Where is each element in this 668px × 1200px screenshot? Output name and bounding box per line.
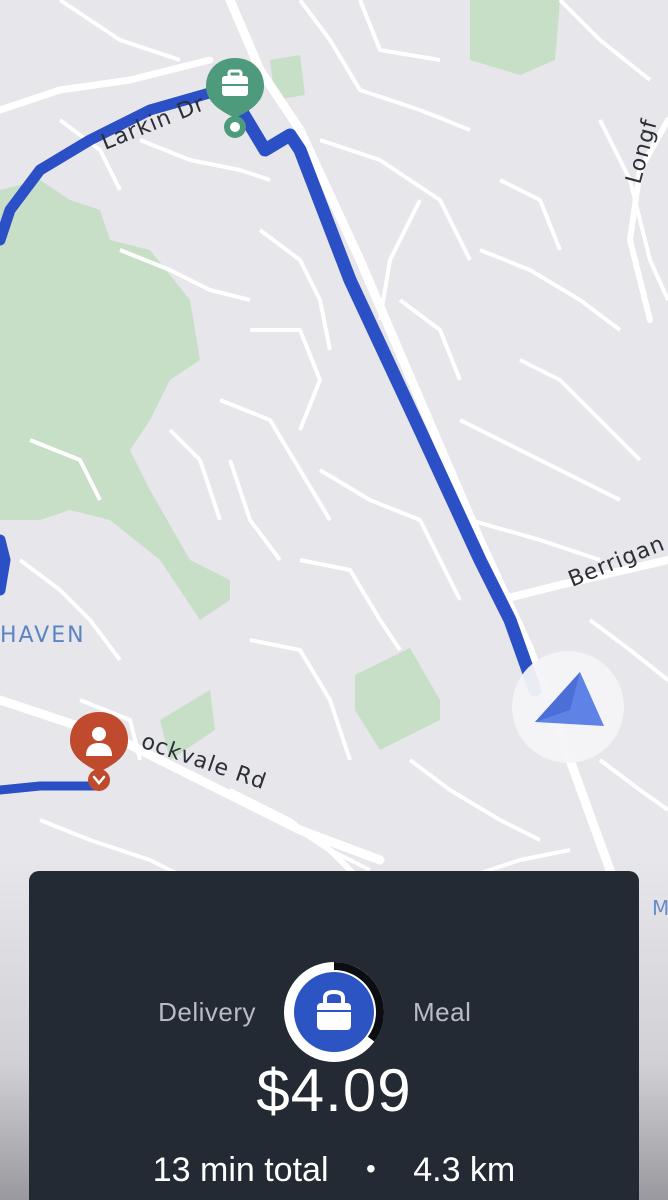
trip-type-label: Delivery (158, 997, 256, 1027)
trip-meta: 13 min total • 4.3 km (29, 1151, 639, 1190)
order-type-label: Meal (413, 997, 472, 1027)
trip-price: $4.09 (256, 1057, 412, 1124)
trip-distance: 4.3 km (413, 1151, 516, 1189)
route-to-customer (0, 781, 100, 795)
meta-separator: • (365, 1153, 376, 1184)
area-label-haven: HAVEN (0, 623, 86, 648)
trip-duration: 13 min total (152, 1151, 329, 1189)
route-left-edge (0, 534, 11, 596)
accept-progress-badge[interactable] (280, 958, 388, 1066)
trip-type-row: Delivery Meal (29, 921, 639, 1062)
trip-offer-card[interactable]: Delivery Meal $4.09 13 min total • 4.3 k… (29, 871, 639, 1200)
current-location-marker[interactable] (512, 651, 624, 763)
delivery-offer-screen: Larkin Dr Longf Berrigan D ockvale Rd HA… (0, 0, 668, 1200)
